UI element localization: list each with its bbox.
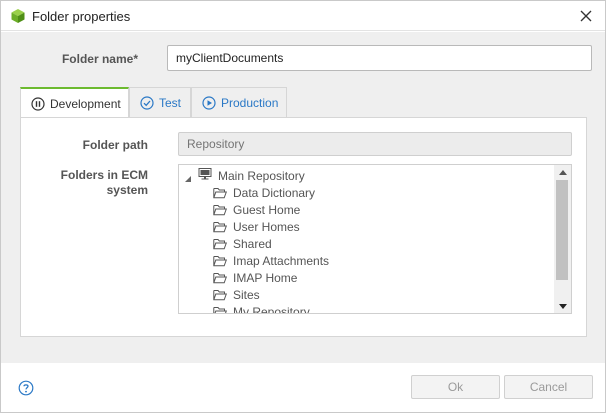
tree-item[interactable]: Guest Home <box>213 201 300 218</box>
tree-vertical-scrollbar[interactable] <box>554 165 571 313</box>
tree-item-label: User Homes <box>233 219 300 234</box>
tree-item-label: Data Dictionary <box>233 185 316 200</box>
folder-open-icon <box>213 306 228 313</box>
folder-name-label: Folder name* <box>61 52 138 66</box>
tree-viewport: Main Repository Data Dictionary Guest Ho… <box>179 165 555 313</box>
folder-path-input <box>178 132 572 156</box>
tab-label: Production <box>221 96 279 110</box>
tree-root-item[interactable]: Main Repository <box>184 167 305 184</box>
tree-item[interactable]: IMAP Home <box>213 269 297 286</box>
dialog-footer: Ok Cancel <box>1 363 605 412</box>
folder-open-icon <box>213 221 228 233</box>
dialog-title: Folder properties <box>32 9 131 24</box>
tree-item-label: IMAP Home <box>233 270 298 285</box>
tree-item-label: Main Repository <box>218 168 305 183</box>
ecm-folder-tree[interactable]: Main Repository Data Dictionary Guest Ho… <box>178 164 572 314</box>
ecm-label-line2: system <box>106 183 148 197</box>
ecm-label-line1: Folders in ECM <box>60 168 148 182</box>
tree-item[interactable]: Imap Attachments <box>213 252 329 269</box>
tree-item[interactable]: Shared <box>213 235 272 252</box>
pause-circle-icon <box>31 97 45 111</box>
help-circle-icon[interactable] <box>18 380 34 396</box>
folder-properties-dialog: Folder properties Folder name* Developme… <box>0 0 606 413</box>
folder-open-icon <box>213 272 228 284</box>
folder-open-icon <box>213 204 228 216</box>
tab-label: Development <box>50 97 121 111</box>
tab-production[interactable]: Production <box>191 87 287 118</box>
play-circle-icon <box>202 96 216 110</box>
tree-item-label: My Repository <box>233 304 310 314</box>
folder-open-icon <box>213 187 228 199</box>
scroll-down-arrow-icon[interactable] <box>554 299 571 313</box>
expand-triangle-icon[interactable] <box>184 172 192 182</box>
folder-open-icon <box>213 255 228 267</box>
folder-open-icon <box>213 238 228 250</box>
development-tab-panel: Folder path Folders in ECM system <box>20 117 587 337</box>
tab-development[interactable]: Development <box>20 87 129 119</box>
monitor-icon <box>198 168 212 183</box>
tree-item-label: Shared <box>233 236 272 251</box>
close-icon <box>580 10 592 22</box>
tab-label: Test <box>159 96 182 110</box>
ok-button[interactable]: Ok <box>411 375 500 399</box>
close-button[interactable] <box>575 5 597 27</box>
check-circle-icon <box>140 96 154 110</box>
dialog-body: Folder name* Development <box>1 32 605 363</box>
scroll-up-arrow-icon[interactable] <box>554 165 571 179</box>
tree-item-label: Sites <box>233 287 260 302</box>
tree-item[interactable]: Data Dictionary <box>213 184 315 201</box>
tree-item-label: Imap Attachments <box>233 253 330 268</box>
folder-name-input[interactable] <box>167 45 592 71</box>
folder-open-icon <box>213 289 228 301</box>
cancel-button[interactable]: Cancel <box>504 375 593 399</box>
green-cube-icon <box>10 8 26 24</box>
title-bar: Folder properties <box>1 1 605 31</box>
tree-item[interactable]: My Repository <box>213 303 310 313</box>
tab-test[interactable]: Test <box>129 87 191 118</box>
tree-item-label: Guest Home <box>233 202 301 217</box>
ecm-folders-label: Folders in ECM system <box>33 168 148 198</box>
tree-item[interactable]: Sites <box>213 286 260 303</box>
scroll-thumb[interactable] <box>556 180 568 280</box>
folder-path-label: Folder path <box>82 138 148 152</box>
tree-item[interactable]: User Homes <box>213 218 300 235</box>
